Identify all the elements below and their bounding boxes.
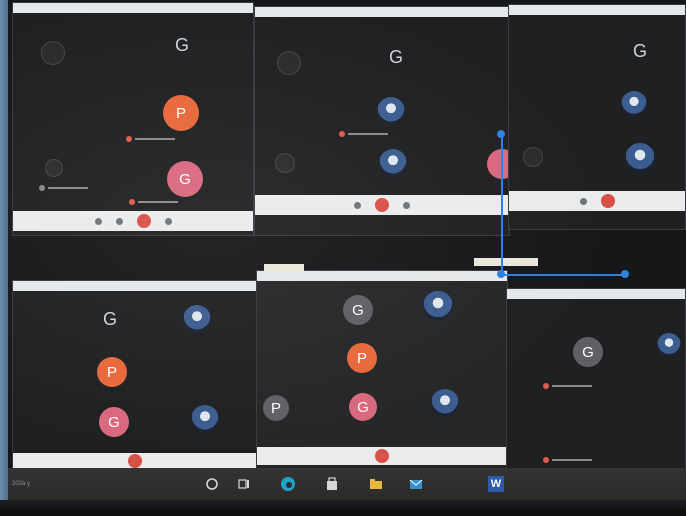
paper-label [474, 258, 538, 266]
browser-url-bar[interactable] [13, 3, 253, 13]
participant-avatar: G [343, 295, 373, 325]
participant-avatar-photo [621, 91, 647, 117]
resize-handle[interactable] [497, 270, 505, 278]
meet-window-top-right[interactable]: G [508, 4, 686, 230]
participant-letter: G [633, 41, 648, 61]
call-controls [255, 195, 509, 215]
search-circle-icon[interactable] [204, 476, 220, 492]
participant-avatar-photo [625, 143, 655, 173]
participant-tile [45, 159, 63, 177]
call-controls [509, 191, 685, 211]
participant-letter: G [175, 35, 190, 55]
participant-avatar-photo [183, 305, 211, 333]
camera-icon[interactable] [115, 217, 123, 225]
participant-avatar: P [263, 395, 289, 421]
file-explorer-icon[interactable] [368, 476, 384, 492]
more-icon[interactable] [403, 201, 410, 209]
participant-letter: G [103, 309, 118, 329]
browser-url-bar[interactable] [13, 281, 257, 291]
call-controls [257, 447, 507, 465]
meet-window-top-left[interactable]: G P G [12, 2, 254, 236]
selection-line [501, 134, 503, 276]
participant-avatar: G [99, 407, 129, 437]
meet-window-bottom-middle[interactable]: G P P G [256, 270, 508, 470]
mic-icon[interactable] [579, 197, 587, 205]
meet-window-top-middle[interactable]: G [254, 6, 510, 236]
participant-avatar-photo [657, 333, 681, 357]
participant-avatar-photo [431, 389, 459, 417]
hangup-button[interactable] [136, 214, 151, 228]
taskbar-left-text: 203à ỵ [12, 481, 31, 487]
mail-icon[interactable] [408, 476, 424, 492]
laptop-screen: G P G G G G P G G P P G G [8, 0, 686, 500]
meet-window-bottom-right[interactable]: G [506, 288, 686, 470]
paper-label [264, 264, 304, 272]
participant-avatar-photo [423, 291, 453, 321]
resize-handle[interactable] [497, 130, 505, 138]
resize-handle[interactable] [621, 270, 629, 278]
participant-tile [277, 51, 301, 75]
participant-nameplate [126, 136, 175, 142]
laptop-bezel [0, 500, 686, 516]
mic-icon[interactable] [354, 201, 361, 209]
captions-icon[interactable] [164, 217, 172, 225]
task-view-icon[interactable] [236, 476, 252, 492]
participant-tile [523, 147, 543, 167]
participant-avatar: P [97, 357, 127, 387]
hangup-button[interactable] [600, 194, 615, 208]
participant-tile [275, 153, 295, 173]
participant-avatar-photo [377, 97, 405, 125]
participant-avatar-photo [191, 405, 219, 433]
participant-nameplate [339, 131, 388, 137]
selection-line [502, 274, 626, 276]
participant-avatar: G [573, 337, 603, 367]
edge-browser-icon[interactable] [280, 476, 296, 492]
meet-window-bottom-left[interactable]: G P G [12, 280, 258, 470]
hangup-button[interactable] [128, 454, 142, 468]
participant-avatar: P [163, 95, 199, 131]
hangup-button[interactable] [375, 449, 389, 463]
call-controls [13, 211, 253, 231]
participant-avatar: G [167, 161, 203, 197]
mic-icon[interactable] [94, 217, 102, 225]
browser-url-bar[interactable] [509, 5, 685, 15]
browser-url-bar[interactable] [507, 289, 685, 299]
browser-url-bar[interactable] [257, 271, 507, 281]
participant-avatar-photo [379, 149, 407, 177]
participant-avatar: G [349, 393, 377, 421]
participant-nameplate [543, 457, 592, 463]
participant-letter: G [389, 47, 404, 67]
participant-avatar [487, 149, 509, 179]
browser-url-bar[interactable] [255, 7, 509, 17]
participant-nameplate [543, 383, 592, 389]
participant-nameplate [129, 199, 178, 205]
participant-avatar: P [347, 343, 377, 373]
participant-nameplate [39, 185, 88, 191]
store-icon[interactable] [324, 476, 340, 492]
windows-taskbar: 203à ỵ W [8, 468, 686, 500]
call-controls [13, 453, 257, 469]
hangup-button[interactable] [375, 198, 389, 212]
word-icon[interactable]: W [488, 476, 504, 492]
participant-tile [41, 41, 65, 65]
